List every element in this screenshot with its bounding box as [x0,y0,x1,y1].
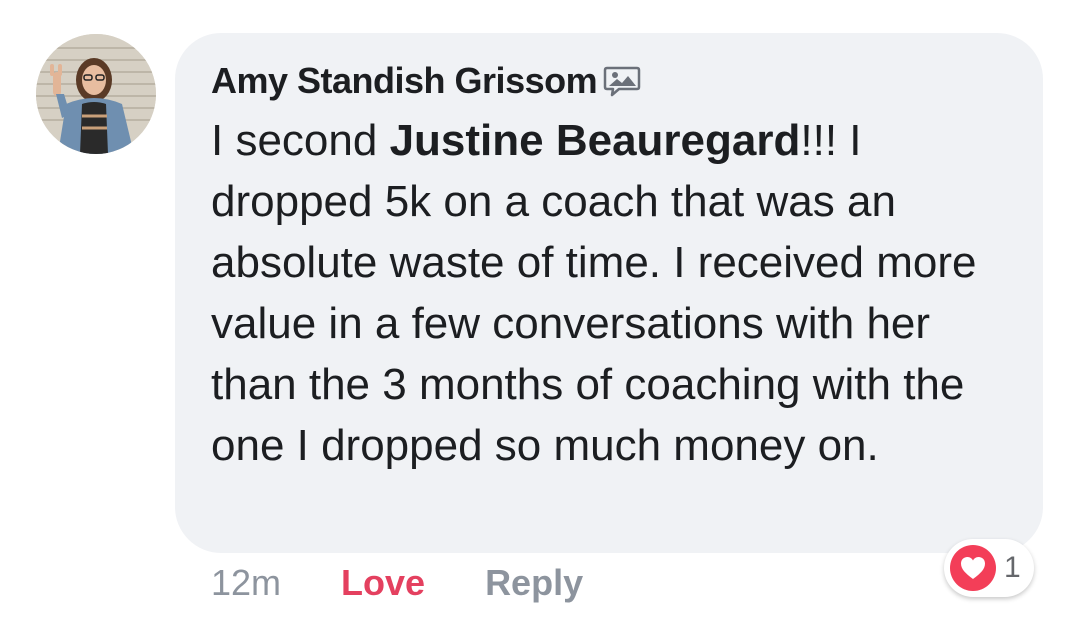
comment-text-after: !!! I dropped 5k on a coach that was an … [211,116,977,470]
photo-comment-icon [603,65,641,97]
comment-bubble: Amy Standish Grissom I second Justine Be… [175,33,1043,553]
reaction-summary[interactable]: 1 [944,539,1034,597]
mention-link[interactable]: Justine Beauregard [390,116,801,165]
comment-actions: 12m Love Reply [211,560,583,606]
love-button[interactable]: Love [341,562,425,604]
author-name[interactable]: Amy Standish Grissom [211,60,598,102]
reply-button[interactable]: Reply [485,562,583,604]
author-row: Amy Standish Grissom [211,59,641,103]
heart-icon [950,545,996,591]
reaction-count: 1 [1004,551,1021,584]
comment-text-before: I second [211,116,390,165]
avatar[interactable] [36,34,156,154]
timestamp[interactable]: 12m [211,562,281,604]
comment-text: I second Justine Beauregard!!! I dropped… [211,110,1011,476]
avatar-photo [36,34,156,154]
comment-thread: Amy Standish Grissom I second Justine Be… [0,0,1080,635]
